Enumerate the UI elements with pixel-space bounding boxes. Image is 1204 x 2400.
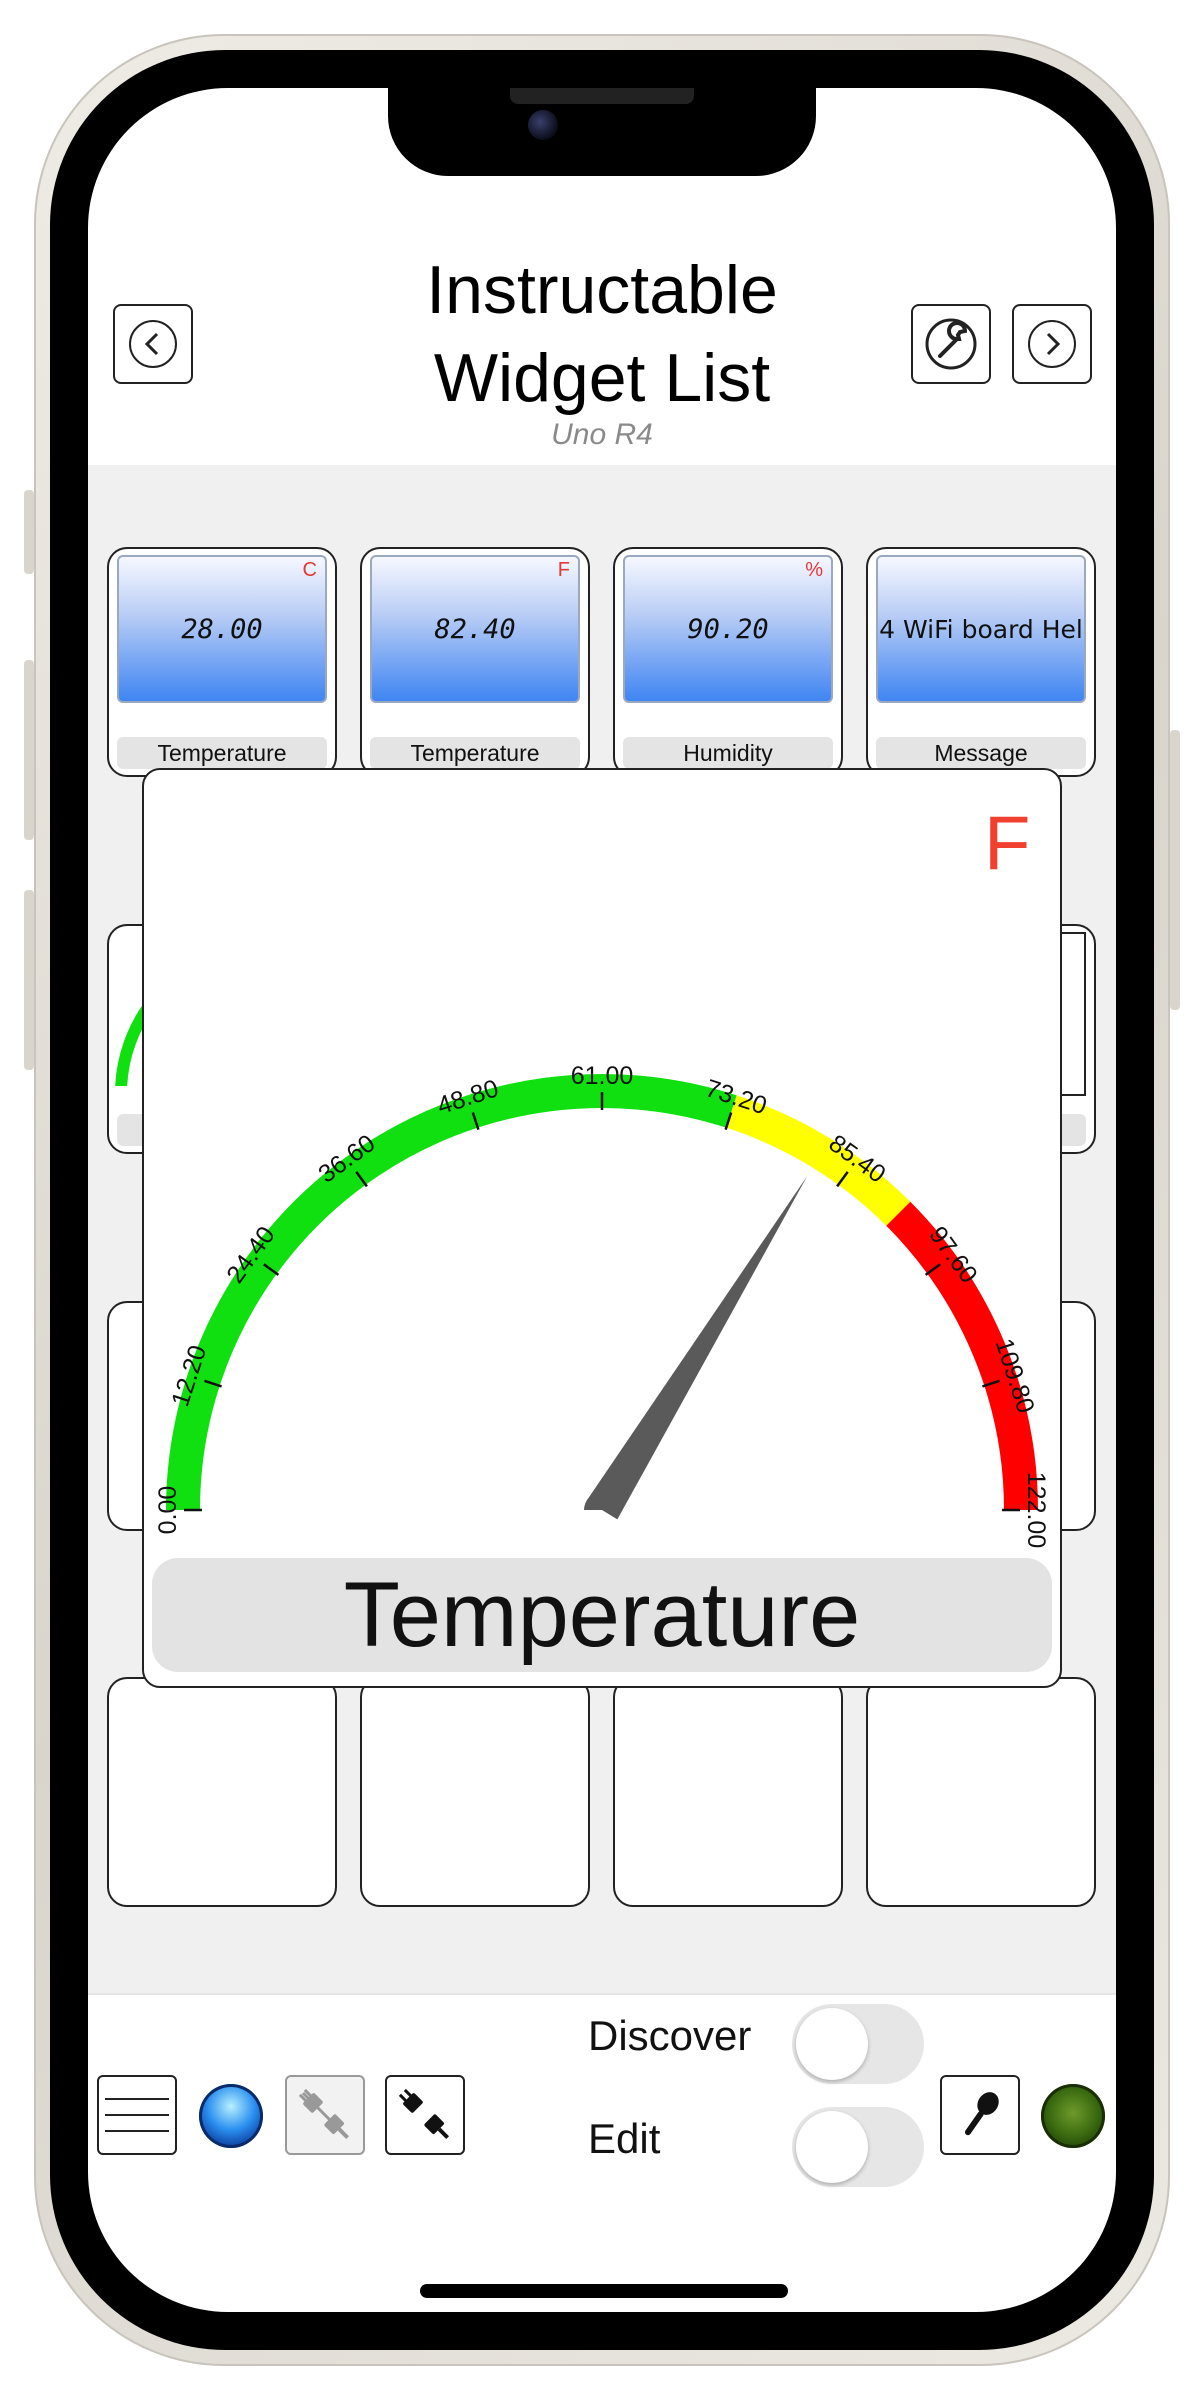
edit-toggle[interactable] bbox=[792, 2107, 924, 2187]
gauge-tick-label: 61.00 bbox=[571, 1062, 634, 1090]
chevron-left-icon bbox=[129, 320, 177, 368]
page-title: Instructable Widget List bbox=[288, 246, 916, 422]
voice-status-led bbox=[1041, 2084, 1105, 2148]
silent-switch bbox=[24, 490, 34, 574]
next-page-button[interactable] bbox=[1012, 304, 1092, 384]
lcd-display: 90.20 % bbox=[623, 555, 833, 703]
widget-message[interactable]: 4 WiFi board Hel Message bbox=[866, 547, 1096, 777]
widget-empty-tile[interactable] bbox=[360, 1677, 590, 1907]
widget-unit: % bbox=[805, 559, 823, 581]
lcd-display: 28.00 C bbox=[117, 555, 327, 703]
connection-status-led bbox=[199, 2084, 263, 2148]
widget-unit: C bbox=[302, 559, 317, 581]
speaker-grille bbox=[510, 88, 694, 104]
page-title-line-1: Instructable bbox=[426, 252, 778, 328]
menu-button[interactable] bbox=[97, 2075, 177, 2155]
home-indicator bbox=[420, 2284, 788, 2298]
connect-button[interactable] bbox=[385, 2075, 465, 2155]
disconnect-button[interactable] bbox=[285, 2075, 365, 2155]
gauge-tick-label: 0.00 bbox=[154, 1486, 182, 1535]
widget-unit: F bbox=[557, 559, 570, 581]
widget-empty-tile[interactable] bbox=[613, 1677, 843, 1907]
widget-temperature-f[interactable]: 82.40 F Temperature bbox=[360, 547, 590, 777]
gauge-needle bbox=[586, 1176, 808, 1520]
gauge-title: Temperature bbox=[152, 1558, 1052, 1672]
widget-value: 82.40 bbox=[434, 613, 516, 645]
widget-label: Temperature bbox=[117, 737, 327, 769]
previous-page-button[interactable] bbox=[113, 304, 193, 384]
widget-value: 90.20 bbox=[687, 613, 769, 645]
gauge: 0.0012.2024.4036.6048.80 61.00 73.2085.409… bbox=[154, 1062, 1050, 1548]
power-button bbox=[1170, 730, 1180, 1010]
plug-connect-icon bbox=[398, 2088, 450, 2140]
toggle-knob bbox=[796, 2111, 868, 2183]
volume-up-button bbox=[24, 660, 34, 840]
discover-label: Discover bbox=[588, 2012, 752, 2059]
widget-empty-tile[interactable] bbox=[107, 1677, 337, 1907]
menu-icon bbox=[105, 2098, 169, 2132]
front-camera bbox=[528, 110, 558, 140]
gauge-detail-popup[interactable]: F 0.00 12.20 24.40 36.60 48.80 61.00 73.20 85.4… bbox=[142, 768, 1062, 1688]
screen: Instructable Widget List Uno R4 28.00 C … bbox=[88, 88, 1116, 2312]
page-title-line-2: Widget List bbox=[433, 340, 771, 416]
widget-label: Message bbox=[876, 737, 1086, 769]
volume-down-button bbox=[24, 890, 34, 1070]
wrench-icon bbox=[925, 318, 977, 370]
widget-label: Temperature bbox=[370, 737, 580, 769]
edit-label: Edit bbox=[588, 2115, 661, 2162]
discover-toggle[interactable] bbox=[792, 2004, 924, 2084]
chevron-right-icon bbox=[1028, 320, 1076, 368]
microphone-button[interactable] bbox=[940, 2075, 1020, 2155]
widget-value: 28.00 bbox=[181, 613, 263, 645]
microphone-icon bbox=[964, 2092, 999, 2136]
settings-button[interactable] bbox=[911, 304, 991, 384]
plug-disconnected-icon bbox=[298, 2088, 350, 2140]
widget-humidity[interactable]: 90.20 % Humidity bbox=[613, 547, 843, 777]
widget-empty-tile[interactable] bbox=[866, 1677, 1096, 1907]
board-name: Uno R4 bbox=[551, 418, 653, 451]
toolbar-separator bbox=[88, 1993, 1116, 1995]
widget-label: Humidity bbox=[623, 737, 833, 769]
toggle-knob bbox=[796, 2008, 868, 2080]
lcd-display: 4 WiFi board Hel bbox=[876, 555, 1086, 703]
widget-value: 4 WiFi board Hel bbox=[879, 614, 1083, 644]
lcd-display: 82.40 F bbox=[370, 555, 580, 703]
widget-temperature-c[interactable]: 28.00 C Temperature bbox=[107, 547, 337, 777]
gauge-tick-label: 122.00 bbox=[1022, 1472, 1050, 1548]
